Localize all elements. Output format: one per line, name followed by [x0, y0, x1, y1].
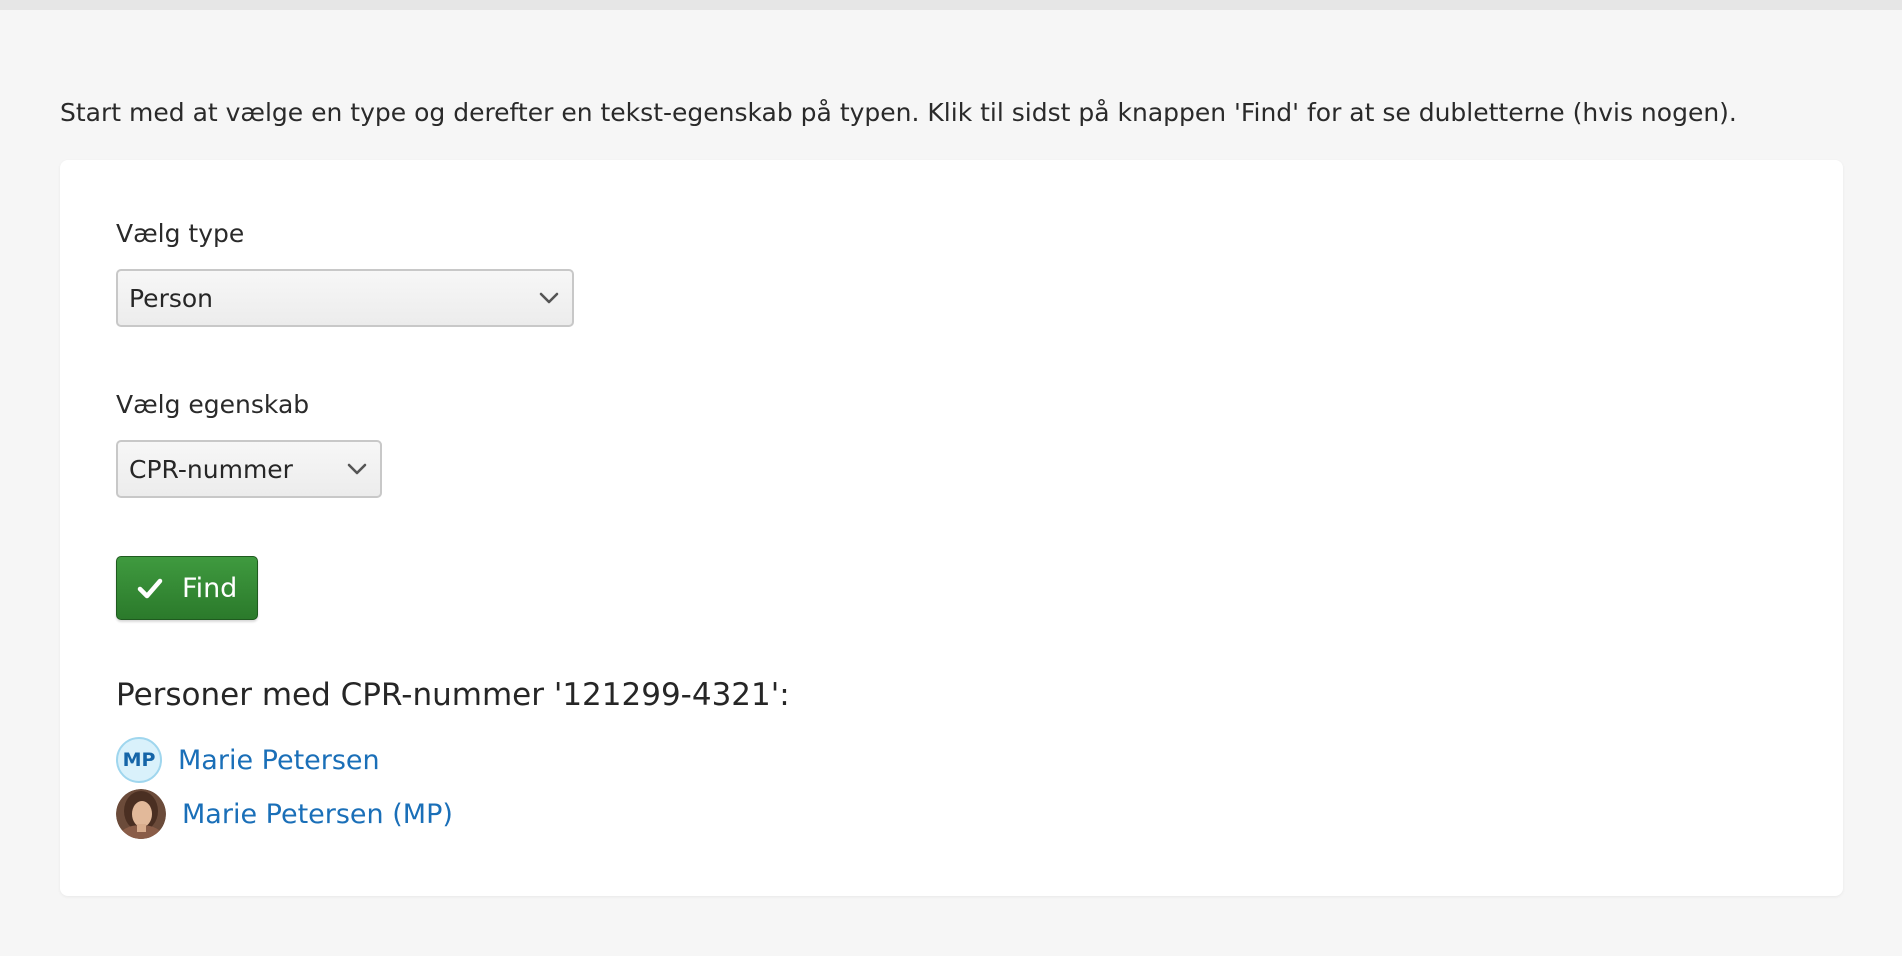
chevron-down-icon: [347, 463, 367, 475]
avatar-photo[interactable]: [116, 789, 166, 839]
results-heading: Personer med CPR-nummer '121299-4321':: [116, 677, 790, 713]
property-select-value: CPR-nummer: [129, 454, 293, 484]
person-link[interactable]: Marie Petersen: [178, 745, 380, 776]
avatar-initials: MP: [122, 749, 156, 771]
type-label: Vælg type: [116, 219, 245, 248]
duplicate-finder-card: Vælg type Person Vælg egenskab CPR-numme…: [60, 160, 1843, 896]
top-bar: [0, 0, 1902, 10]
result-item: Marie Petersen (MP): [116, 789, 453, 839]
property-label: Vælg egenskab: [116, 390, 310, 419]
chevron-down-icon: [539, 292, 559, 304]
intro-text: Start med at vælge en type og derefter e…: [60, 98, 1737, 127]
avatar[interactable]: MP: [116, 737, 162, 783]
find-button[interactable]: Find: [116, 556, 258, 620]
type-select-value: Person: [129, 283, 214, 313]
result-item: MP Marie Petersen: [116, 735, 380, 785]
property-select[interactable]: CPR-nummer: [116, 440, 382, 498]
checkmark-icon: [137, 578, 163, 599]
find-button-label: Find: [182, 572, 238, 604]
person-link[interactable]: Marie Petersen (MP): [182, 799, 453, 830]
type-select[interactable]: Person: [116, 269, 574, 327]
